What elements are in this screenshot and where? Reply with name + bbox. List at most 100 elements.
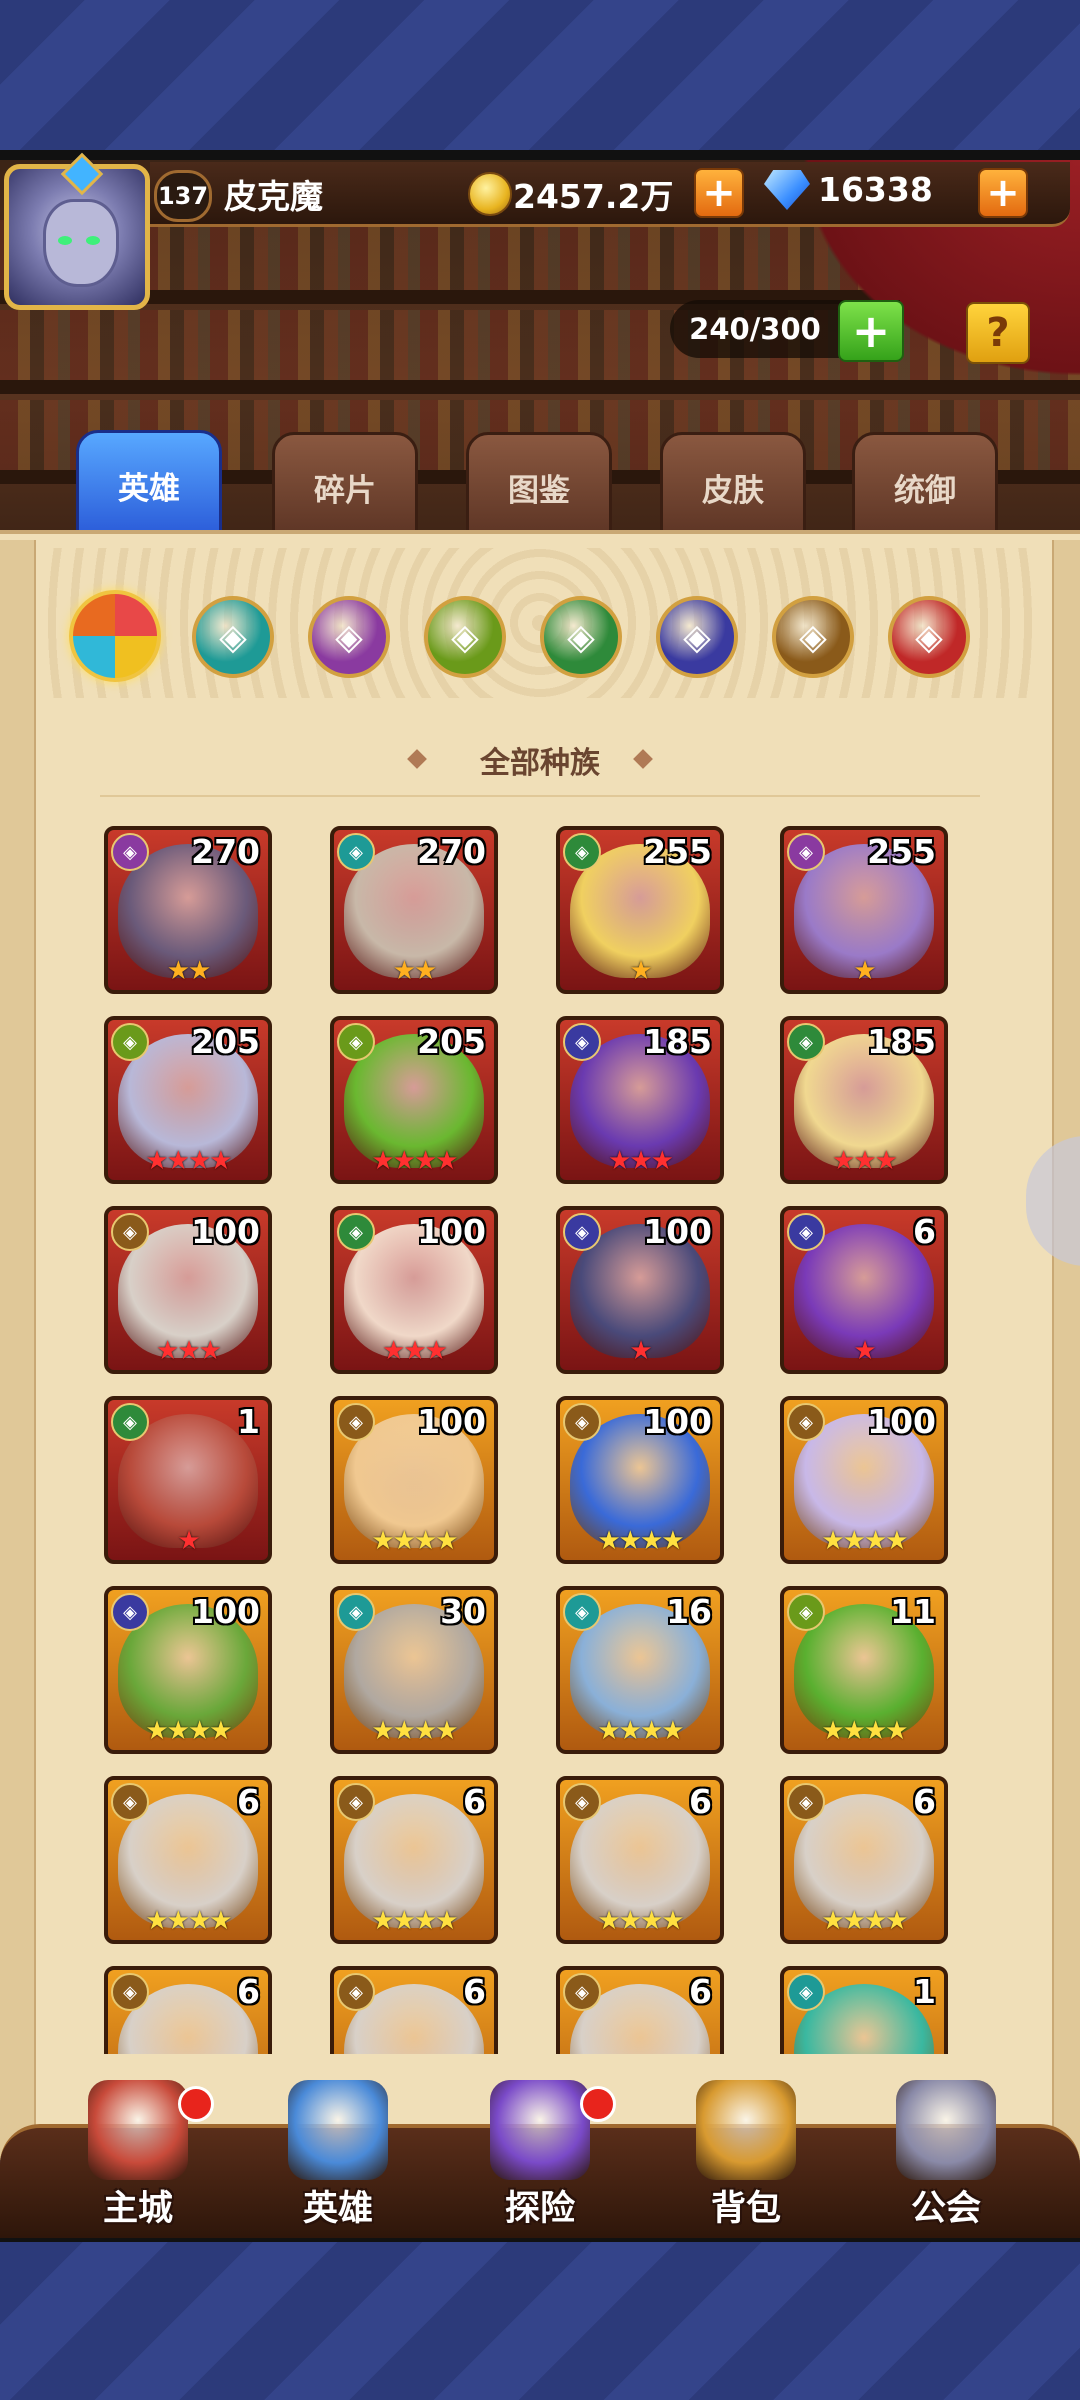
tab-codex[interactable]: 图鉴 <box>466 432 612 542</box>
nav-heroes[interactable]: 英雄 <box>258 2080 418 2230</box>
player-avatar[interactable] <box>4 152 150 310</box>
hero-level: 30 <box>440 1592 486 1631</box>
hero-card[interactable]: ◈ 270 ★★ <box>104 826 272 994</box>
tab-command[interactable]: 统御 <box>852 432 998 542</box>
hero-card[interactable]: ◈ 270 ★★ <box>330 826 498 994</box>
tab-heroes[interactable]: 英雄 <box>76 430 222 540</box>
hero-stars: ★★★★ <box>597 1716 684 1746</box>
hero-stars: ★★★★ <box>145 1716 232 1746</box>
purple-faction-icon[interactable]: ◈ <box>308 596 390 678</box>
hero-level: 6 <box>237 1782 260 1821</box>
bottom-background <box>0 2240 1080 2400</box>
light-faction-icon: ◈ <box>787 1403 825 1441</box>
hero-card[interactable]: ◈ 205 ★★★★ <box>330 1016 498 1184</box>
player-level: 137 <box>154 170 212 222</box>
fire-faction-icon[interactable]: ◈ <box>888 596 970 678</box>
hero-card[interactable]: ◈ 6 ★★★★ <box>780 1776 948 1944</box>
hero-card[interactable]: ◈ 16 ★★★★ <box>556 1586 724 1754</box>
portal-icon <box>490 2080 590 2180</box>
dark-faction-icon: ◈ <box>563 1213 601 1251</box>
hero-stars: ★ <box>629 956 652 986</box>
hero-stars: ★★★ <box>156 1336 222 1366</box>
nav-label: 主城 <box>102 2189 173 2229</box>
hero-card[interactable]: ◈ 6 ★★★★ <box>556 1776 724 1944</box>
nav-label: 英雄 <box>302 2189 373 2229</box>
dark-faction-icon: ◈ <box>787 1213 825 1251</box>
add-gems-button[interactable]: + <box>978 168 1028 218</box>
green-faction-icon: ◈ <box>111 1403 149 1441</box>
hero-level: 100 <box>867 1402 936 1441</box>
hero-card[interactable]: ◈ 1 ★ <box>104 1396 272 1564</box>
hero-card[interactable]: ◈ 185 ★★★ <box>556 1016 724 1184</box>
hero-card[interactable]: ◈ 1 <box>780 1966 948 2054</box>
hero-stars: ★★ <box>392 956 438 986</box>
hero-card[interactable]: ◈ 185 ★★★ <box>780 1016 948 1184</box>
faction-filter-label: 全部种族 <box>480 746 600 781</box>
hero-card[interactable]: ◈ 6 <box>556 1966 724 2054</box>
all-factions-icon[interactable] <box>69 590 161 682</box>
dark-faction-icon[interactable]: ◈ <box>656 596 738 678</box>
nav-backpack[interactable]: 背包 <box>666 2080 826 2230</box>
hero-card[interactable]: ◈ 255 ★ <box>556 826 724 994</box>
hero-card[interactable]: ◈ 100 ★★★★ <box>780 1396 948 1564</box>
hero-card[interactable]: ◈ 6 ★★★★ <box>330 1776 498 1944</box>
hero-card[interactable]: ◈ 205 ★★★★ <box>104 1016 272 1184</box>
hero-stars: ★★★★ <box>821 1526 908 1556</box>
green-faction-icon: ◈ <box>787 1023 825 1061</box>
hero-stars: ★★★★ <box>821 1906 908 1936</box>
add-gold-button[interactable]: + <box>694 168 744 218</box>
nav-explore[interactable]: 探险 <box>460 2080 620 2230</box>
hero-card[interactable]: ◈ 100 ★ <box>556 1206 724 1374</box>
hero-stars: ★ <box>177 1526 200 1556</box>
hero-card[interactable]: ◈ 6 ★★★★ <box>104 1776 272 1944</box>
hero-card[interactable]: ◈ 6 ★ <box>780 1206 948 1374</box>
tab-fragments[interactable]: 碎片 <box>272 432 418 542</box>
hero-level: 100 <box>643 1402 712 1441</box>
hero-stars: ★★★★ <box>371 1906 458 1936</box>
teal-faction-icon[interactable]: ◈ <box>192 596 274 678</box>
hero-level: 6 <box>913 1782 936 1821</box>
hero-level: 6 <box>463 1782 486 1821</box>
hero-stars: ★★★ <box>382 1336 448 1366</box>
hero-level: 185 <box>867 1022 936 1061</box>
hero-stars: ★ <box>853 1336 876 1366</box>
nav-guild[interactable]: 公会 <box>866 2080 1026 2230</box>
tab-skins[interactable]: 皮肤 <box>660 432 806 542</box>
hero-level: 6 <box>913 1212 936 1251</box>
teal-faction-icon: ◈ <box>787 1973 825 2011</box>
forest-faction-icon[interactable]: ◈ <box>540 596 622 678</box>
hero-card[interactable]: ◈ 100 ★★★★ <box>556 1396 724 1564</box>
expand-capacity-button[interactable]: + <box>838 300 904 362</box>
light-faction-icon: ◈ <box>787 1783 825 1821</box>
hero-card[interactable]: ◈ 6 <box>330 1966 498 2054</box>
gem-amount: 16338 <box>818 170 933 209</box>
hero-card[interactable]: ◈ 255 ★ <box>780 826 948 994</box>
green-faction-icon: ◈ <box>563 833 601 871</box>
hero-stars: ★★ <box>166 956 212 986</box>
hero-stars: ★★★★ <box>145 1146 232 1176</box>
hero-card[interactable]: ◈ 100 ★★★ <box>104 1206 272 1374</box>
hero-card[interactable]: ◈ 30 ★★★★ <box>330 1586 498 1754</box>
notification-badge <box>580 2086 616 2122</box>
light-faction-icon[interactable]: ◈ <box>772 596 854 678</box>
hero-stars: ★★★ <box>832 1146 898 1176</box>
nav-label: 背包 <box>710 2189 781 2229</box>
nav-label: 探险 <box>504 2189 575 2229</box>
hero-card[interactable]: ◈ 11 ★★★★ <box>780 1586 948 1754</box>
hero-stars: ★★★★ <box>821 1716 908 1746</box>
notification-badge <box>178 2086 214 2122</box>
teal-faction-icon: ◈ <box>337 1593 375 1631</box>
hero-stars: ★ <box>629 1336 652 1366</box>
hero-level: 6 <box>463 1972 486 2011</box>
hero-card[interactable]: ◈ 100 ★★★ <box>330 1206 498 1374</box>
hero-card[interactable]: ◈ 6 <box>104 1966 272 2054</box>
hero-card[interactable]: ◈ 100 ★★★★ <box>330 1396 498 1564</box>
hero-card[interactable]: ◈ 100 ★★★★ <box>104 1586 272 1754</box>
light-faction-icon: ◈ <box>563 1973 601 2011</box>
hero-grid: ◈ 270 ★★ ◈ 270 ★★ ◈ 255 ★ ◈ 255 ★ ◈ 205 ★★★★ ◈ 205 ★★★★ ◈ 1… <box>104 826 964 2054</box>
help-button[interactable]: ? <box>966 302 1030 364</box>
hero-stars: ★★★ <box>608 1146 674 1176</box>
nav-main-city[interactable]: 主城 <box>58 2080 218 2230</box>
hero-stars: ★★★★ <box>597 1526 684 1556</box>
green-eye-faction-icon[interactable]: ◈ <box>424 596 506 678</box>
